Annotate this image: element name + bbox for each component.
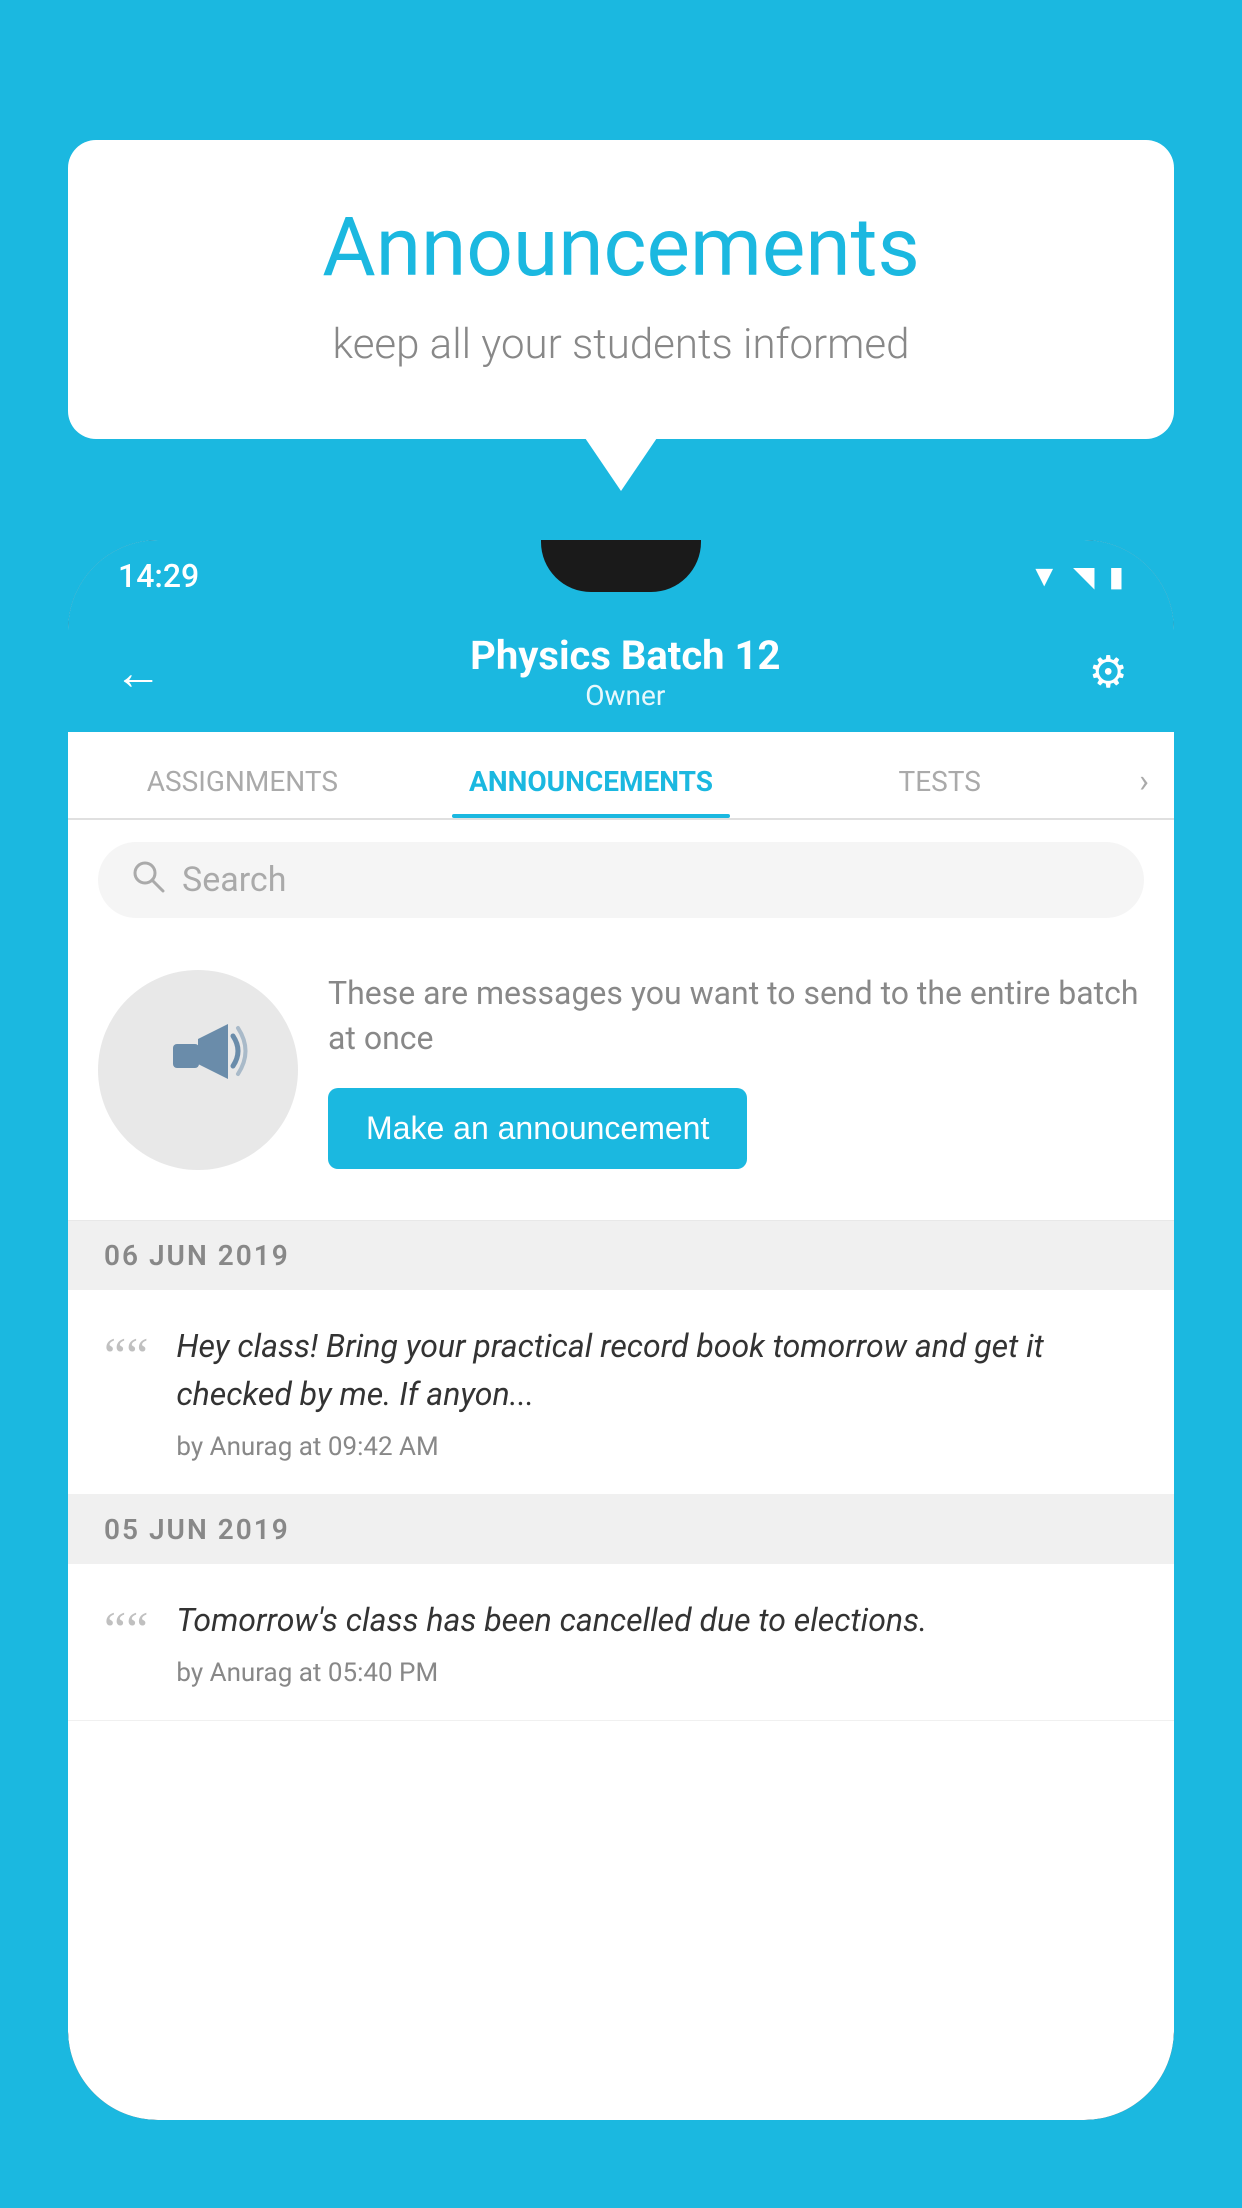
announcement-item-1[interactable]: ““ Hey class! Bring your practical recor… (68, 1290, 1174, 1495)
tab-more[interactable]: › (1114, 762, 1174, 818)
status-bar-time: 14:29 (118, 557, 199, 595)
tab-tests[interactable]: TESTS (765, 732, 1114, 818)
promo-text-area: These are messages you want to send to t… (328, 971, 1144, 1170)
make-announcement-button[interactable]: Make an announcement (328, 1088, 747, 1169)
phone-notch (541, 540, 701, 592)
back-button[interactable]: ← (104, 634, 172, 711)
tabs-bar: ASSIGNMENTS ANNOUNCEMENTS TESTS › (68, 732, 1174, 820)
tab-announcements[interactable]: ANNOUNCEMENTS (417, 732, 766, 818)
date-separator-1: 06 JUN 2019 (68, 1221, 1174, 1290)
wifi-icon: ▼ (1029, 559, 1059, 594)
scroll-content: Search (68, 820, 1174, 1721)
megaphone-icon (143, 1004, 253, 1136)
announcement-content-2: Tomorrow's class has been cancelled due … (176, 1596, 1138, 1688)
app-bar-subtitle: Owner (172, 679, 1079, 712)
settings-icon[interactable]: ⚙ (1079, 636, 1138, 708)
announcement-text-1: Hey class! Bring your practical record b… (176, 1322, 1138, 1418)
search-icon (130, 858, 166, 903)
date-separator-2: 05 JUN 2019 (68, 1495, 1174, 1564)
announcement-meta-1: by Anurag at 09:42 AM (176, 1432, 1138, 1462)
phone-wrapper: 14:29 ▼ ◥ ▮ ← Physics Batch 12 Owner ⚙ (68, 540, 1174, 2208)
status-bar-icons: ▼ ◥ ▮ (1029, 559, 1124, 594)
promo-icon-circle (98, 970, 298, 1170)
announcement-meta-2: by Anurag at 05:40 PM (176, 1658, 1138, 1688)
phone-screen: 14:29 ▼ ◥ ▮ ← Physics Batch 12 Owner ⚙ (68, 540, 1174, 2120)
speech-bubble-title: Announcements (148, 200, 1094, 296)
speech-bubble: Announcements keep all your students inf… (68, 140, 1174, 439)
speech-bubble-subtitle: keep all your students informed (148, 320, 1094, 369)
speech-bubble-wrapper: Announcements keep all your students inf… (68, 140, 1174, 439)
search-bar[interactable]: Search (98, 842, 1144, 918)
app-bar-title: Physics Batch 12 (172, 632, 1079, 679)
search-placeholder: Search (182, 860, 286, 900)
tab-assignments[interactable]: ASSIGNMENTS (68, 732, 417, 818)
quote-icon-2: ““ (104, 1596, 148, 1654)
announcement-content-1: Hey class! Bring your practical record b… (176, 1322, 1138, 1462)
quote-icon-1: ““ (104, 1322, 148, 1380)
promo-description: These are messages you want to send to t… (328, 971, 1144, 1061)
app-bar-title-area: Physics Batch 12 Owner (172, 632, 1079, 712)
phone-device: 14:29 ▼ ◥ ▮ ← Physics Batch 12 Owner ⚙ (68, 540, 1174, 2120)
announcement-text-2: Tomorrow's class has been cancelled due … (176, 1596, 1138, 1644)
announcement-item-2[interactable]: ““ Tomorrow's class has been cancelled d… (68, 1564, 1174, 1721)
signal-icon: ◥ (1073, 560, 1095, 593)
app-bar: ← Physics Batch 12 Owner ⚙ (68, 612, 1174, 732)
promo-area: These are messages you want to send to t… (68, 940, 1174, 1221)
battery-icon: ▮ (1109, 560, 1124, 593)
